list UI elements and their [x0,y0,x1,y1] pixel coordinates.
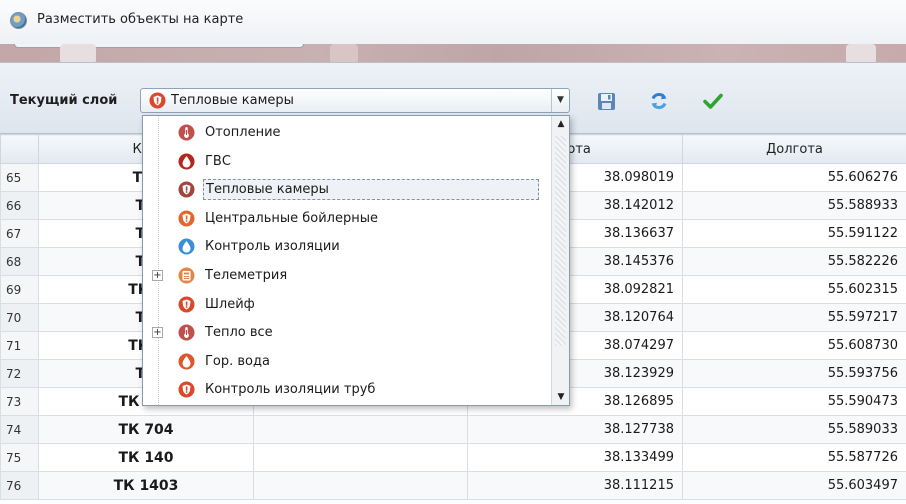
layer-option-label: Отопление [205,125,281,140]
layer-option[interactable]: Отопление [143,119,551,147]
layer-option-label: Гор. вода [205,353,270,369]
layer-option-label: Контроль изоляции труб [205,382,376,398]
scroll-down-icon[interactable]: ▼ [552,389,570,405]
map-overlay-panel [14,44,304,48]
latitude-cell[interactable]: 38.133499 [467,443,683,472]
save-icon [597,92,615,110]
layer-option[interactable]: + Телеметрия [143,262,551,290]
table-row[interactable]: 74 ТК 704 38.127738 55.589033 [0,415,906,444]
row-number[interactable]: 68 [0,247,39,276]
map-feature [60,44,96,62]
object-name-cell[interactable]: ТК 140 [38,443,254,472]
row-number[interactable]: 70 [0,303,39,332]
longitude-cell[interactable]: 55.608730 [682,331,906,360]
table-row[interactable]: 76 ТК 1403 38.111215 55.603497 [0,471,906,500]
column-header-longitude[interactable]: Долгота [682,134,906,164]
save-button[interactable] [595,90,617,112]
row-number[interactable]: 67 [0,219,39,248]
layer-option[interactable]: Тепловые камеры [143,176,551,204]
apply-icon [703,93,723,109]
object-name-cell[interactable]: ТК 1403 [38,471,254,500]
expand-icon[interactable]: + [152,327,163,339]
table-row[interactable]: 75 ТК 140 38.133499 55.587726 [0,443,906,472]
row-number[interactable]: 69 [0,275,39,304]
row-number-header [0,134,39,164]
longitude-cell[interactable]: 55.602315 [682,275,906,304]
dropdown-scrollbar[interactable]: ▲ ▼ [551,116,569,405]
longitude-cell[interactable]: 55.587726 [682,443,906,472]
row-number[interactable]: 73 [0,387,39,416]
longitude-cell[interactable]: 55.597217 [682,303,906,332]
expand-icon[interactable]: + [152,270,163,281]
longitude-cell[interactable]: 55.582226 [682,247,906,276]
empty-cell[interactable] [253,443,468,472]
scroll-up-icon[interactable]: ▲ [552,116,570,132]
layer-option-label: Тепловые камеры [203,179,539,201]
latitude-cell[interactable]: 38.127738 [467,415,683,444]
map-feature [330,44,358,62]
layer-option-label: Контроль изоляции [205,239,340,255]
apply-button[interactable] [702,90,724,112]
row-number[interactable]: 71 [0,331,39,360]
shield-icon [149,92,166,109]
map-feature [846,44,876,62]
dropdown-arrow-icon[interactable]: ▼ [551,89,569,112]
current-layer-label: Текущий слой [10,93,118,108]
app-globe-icon [10,12,27,29]
thermometer-icon [178,124,195,141]
drop-icon [178,153,195,170]
layer-option-label: Центральные бойлерные [205,210,378,226]
layer-select[interactable]: Тепловые камеры ▼ [140,88,570,113]
longitude-cell[interactable]: 55.591122 [682,219,906,248]
refresh-icon [651,92,667,110]
title-bar: Разместить объекты на карте [0,0,906,44]
layer-option[interactable]: Контроль изоляции [143,233,551,261]
drop-icon [178,238,195,255]
meter-icon [178,267,195,284]
row-number[interactable]: 76 [0,471,39,500]
layer-option[interactable]: Гор. вода [143,348,551,376]
empty-cell[interactable] [253,415,468,444]
longitude-cell[interactable]: 55.589033 [682,415,906,444]
row-number[interactable]: 66 [0,191,39,220]
layer-option-label: Телеметрия [205,268,288,283]
latitude-cell[interactable]: 38.111215 [467,471,683,500]
scroll-track[interactable] [555,136,566,346]
layer-option-label: Шлейф [205,296,255,312]
row-number[interactable]: 75 [0,443,39,472]
layer-option-label: ГВС [205,153,231,169]
layer-option[interactable]: + Тепло все [143,319,551,347]
row-number[interactable]: 72 [0,359,39,388]
longitude-cell[interactable]: 55.606276 [682,163,906,192]
object-name-cell[interactable]: ТК 704 [38,415,254,444]
longitude-cell[interactable]: 55.593756 [682,359,906,388]
longitude-cell[interactable]: 55.603497 [682,471,906,500]
map-view[interactable] [0,44,906,62]
longitude-cell[interactable]: 55.590473 [682,387,906,416]
layer-option[interactable]: Центральные бойлерные [143,205,551,233]
empty-cell[interactable] [253,471,468,500]
layer-tree: Отопление ГВС Тепловые камеры Центральные б… [143,116,551,405]
layer-select-value: Тепловые камеры [171,93,294,108]
drop-icon [178,353,195,370]
row-number[interactable]: 74 [0,415,39,444]
layer-option-label: Тепло все [205,325,273,341]
shield-icon [178,381,195,398]
layer-option[interactable]: ГВС [143,148,551,176]
shield-icon [178,181,195,198]
row-number[interactable]: 65 [0,163,39,192]
layer-option[interactable]: Контроль изоляции труб [143,376,551,404]
shield-icon [178,296,195,313]
refresh-button[interactable] [648,90,670,112]
longitude-cell[interactable]: 55.588933 [682,191,906,220]
shield-icon [178,210,195,227]
layer-dropdown-list[interactable]: Отопление ГВС Тепловые камеры Центральные б… [142,115,570,406]
window-title: Разместить объекты на карте [37,12,244,27]
thermometer-icon [178,324,195,341]
layer-option[interactable]: Шлейф [143,291,551,319]
